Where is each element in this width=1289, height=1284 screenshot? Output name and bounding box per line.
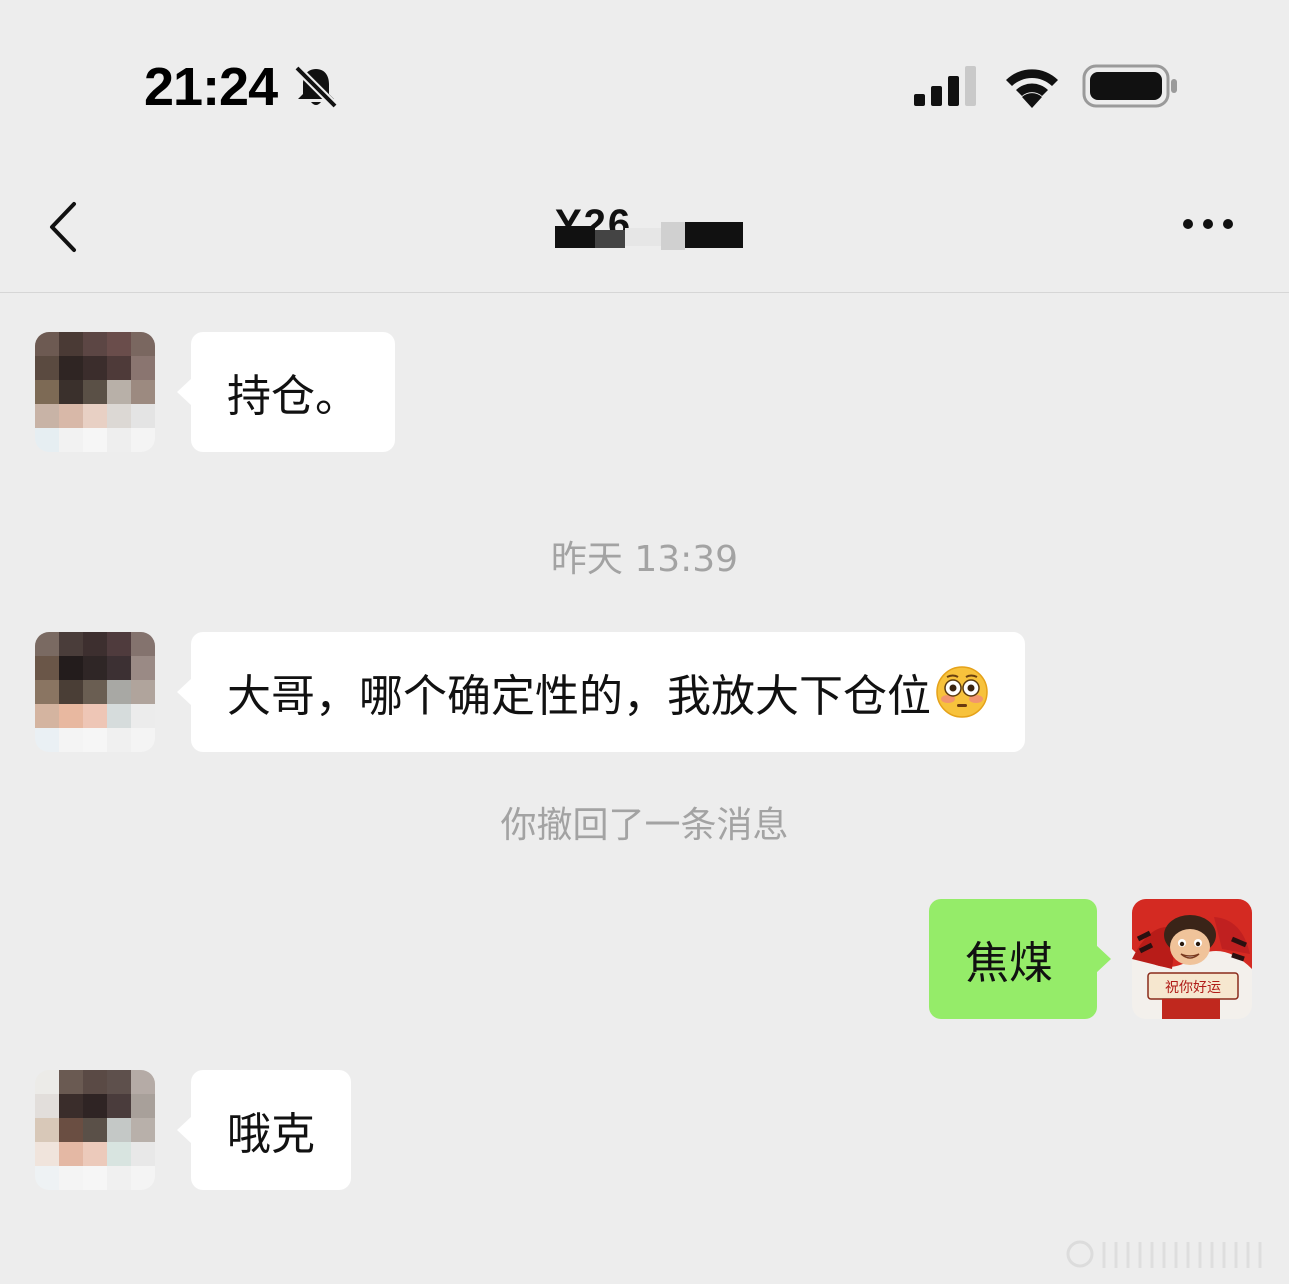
cellular-signal-icon bbox=[914, 66, 976, 106]
chat-title: Y26 bbox=[555, 202, 745, 250]
contact-avatar[interactable] bbox=[35, 632, 155, 752]
wifi-icon bbox=[1006, 69, 1058, 108]
message-timestamp: 昨天 13:39 bbox=[550, 539, 739, 580]
message-bubble-incoming[interactable]: 哦克 bbox=[177, 1070, 351, 1190]
my-avatar[interactable]: 祝你好运 bbox=[1132, 899, 1252, 1019]
recall-notice: 你撤回了一条消息 bbox=[500, 805, 789, 846]
contact-avatar[interactable] bbox=[35, 332, 155, 452]
status-time: 21:24 bbox=[144, 57, 278, 117]
chat-header: Y26 bbox=[0, 170, 1289, 293]
avatar-caption: 祝你好运 bbox=[1165, 980, 1221, 996]
bell-slash-icon bbox=[294, 65, 338, 109]
cartoon-character-avatar-image: 祝你好运 bbox=[1132, 899, 1252, 1019]
contact-avatar[interactable] bbox=[35, 1070, 155, 1190]
message-bubble-outgoing[interactable]: 焦煤 bbox=[929, 899, 1111, 1019]
status-bar: 21:24 bbox=[0, 0, 1289, 170]
message-bubble-incoming[interactable]: 大哥，哪个确定性的，我放大下仓位 bbox=[177, 632, 1025, 752]
flushed-face-emoji-icon bbox=[936, 666, 988, 718]
ellipsis-icon[interactable] bbox=[1180, 214, 1236, 234]
message-text: 大哥，哪个确定性的，我放大下仓位 bbox=[227, 671, 931, 722]
title-redaction bbox=[555, 222, 745, 250]
battery-full-icon bbox=[1082, 64, 1177, 108]
message-text: 焦煤 bbox=[965, 938, 1053, 989]
message-text: 哦克 bbox=[227, 1109, 315, 1160]
watermark-logo bbox=[1066, 1240, 1262, 1268]
message-text: 持仓。 bbox=[227, 371, 359, 422]
message-bubble-incoming[interactable]: 持仓。 bbox=[177, 332, 395, 452]
chevron-left-icon[interactable] bbox=[44, 200, 84, 254]
